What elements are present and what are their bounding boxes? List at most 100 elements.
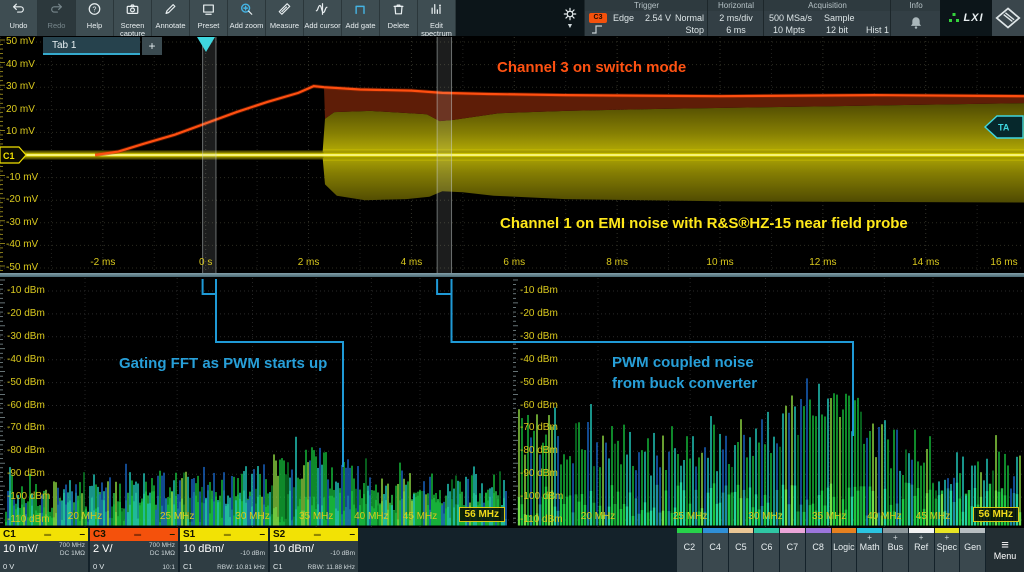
channel-button-label: Logic (833, 542, 855, 552)
badge-minimize-button[interactable]: – (79, 529, 85, 540)
settings-gear-button[interactable]: ▼ (556, 0, 584, 36)
badge-scale: 10 mV/ (3, 543, 38, 555)
channel-button-ref[interactable]: +Ref (909, 528, 934, 572)
toolbar-button-add-cursor[interactable]: Add cursor (304, 0, 342, 36)
menu-button[interactable]: ≡ Menu (986, 528, 1024, 572)
badge-minimize-button[interactable]: – (349, 529, 355, 540)
acquisition-history: Hist 1 (866, 25, 889, 35)
channel-add-indicator: + (945, 533, 950, 542)
tab-1-label: Tab 1 (52, 40, 76, 51)
toolbar-button-measure[interactable]: Measure (266, 0, 304, 36)
badge-minimize-button[interactable]: – (169, 529, 175, 540)
channel-button-c5[interactable]: C5 (729, 528, 754, 572)
add-zoom-icon (239, 2, 254, 21)
toolbar-button-label: Undo (10, 22, 28, 30)
spectrum-s2-diagram[interactable]: 56 MHz -10 dBm-20 dBm-30 dBm-40 dBm-50 d… (513, 277, 1024, 528)
spectrum-s1-diagram[interactable]: 56 MHz -10 dBm-20 dBm-30 dBm-40 dBm-50 d… (0, 277, 510, 528)
channel-button-label: C2 (684, 542, 696, 552)
signal-badge-s2[interactable]: S2▬–10 dBm/-10 dBmC1RBW: 11.88 kHz (270, 528, 358, 572)
badge-id: C1 (3, 529, 16, 540)
svg-text:?: ? (93, 7, 97, 14)
channel-button-c7[interactable]: C7 (780, 528, 805, 572)
channel-color-strip (780, 528, 805, 533)
channel-button-gen[interactable]: Gen (960, 528, 985, 572)
screen-capture-icon (125, 2, 140, 21)
channel-color-strip (729, 528, 754, 533)
toolbar-button-label: Preset (198, 22, 220, 30)
s1-stop-frequency-label: 56 MHz (459, 507, 505, 522)
channel-button-math[interactable]: +Math (857, 528, 882, 572)
badge-bottom-left: 0 V (3, 562, 14, 571)
fft-gate-region-2[interactable] (437, 37, 451, 273)
toolbar-button-screen-capture[interactable]: Screen capture (114, 0, 152, 36)
signal-badge-c3[interactable]: C3▬–2 V/700 MHzDC 1MΩ0 V10:1 (90, 528, 178, 572)
redo-icon (49, 2, 64, 21)
gear-icon (563, 7, 577, 21)
toolbar-button-label: Add cursor (304, 22, 340, 30)
toolbar-button-undo[interactable]: Undo (0, 0, 38, 36)
channel-button-label: C5 (735, 542, 747, 552)
channel-button-label: Gen (964, 542, 981, 552)
oscilloscope-app: Undo Redo? Help Screen captureAnnotate Prese… (0, 0, 1024, 572)
horizontal-position: 6 ms (726, 25, 746, 35)
badge-info-bottom: -10 dBm (330, 550, 355, 557)
toolbar-button-add-zoom[interactable]: Add zoom (228, 0, 266, 36)
channel-button-c2[interactable]: C2 (677, 528, 702, 572)
toolbar-button-edit-spectrum[interactable]: Edit spectrum (418, 0, 456, 36)
toolbar-button-annotate[interactable]: Annotate (152, 0, 190, 36)
add-tab-button[interactable]: + (142, 37, 162, 55)
waveform-diagram[interactable]: C1TA50 mV40 mV30 mV20 mV10 mV-10 mV-20 m… (0, 36, 1024, 273)
annotate-icon (163, 2, 178, 21)
trigger-settings-panel[interactable]: Trigger C3 Edge 2.54 V Normal Stop (584, 0, 708, 36)
toolbar-button-label: Help (87, 22, 102, 30)
channel-button-bus[interactable]: +Bus (883, 528, 908, 572)
badge-drag-handle[interactable]: ▬ (195, 528, 259, 541)
channel-color-strip (754, 528, 779, 533)
horizontal-title: Horizontal (708, 0, 764, 11)
bottom-signal-bar: C1▬–10 mV/700 MHzDC 1MΩ0 VC3▬–2 V/700 MH… (0, 528, 1024, 572)
badge-scale: 2 V/ (93, 543, 113, 555)
acquisition-sample-rate: 500 MSa/s (769, 13, 812, 23)
lxi-label: LXI (963, 12, 983, 24)
fft-right-canvas (513, 277, 1024, 528)
channel-button-c8[interactable]: C8 (806, 528, 831, 572)
toolbar-button-help[interactable]: ? Help (76, 0, 114, 36)
undo-icon (11, 2, 26, 21)
toolbar-button-add-gate[interactable]: Add gate (342, 0, 380, 36)
badge-info-top: 700 MHz (149, 542, 175, 549)
toolbar-button-label: Annotate (155, 22, 185, 30)
channel-add-indicator: + (867, 533, 872, 542)
badge-drag-handle[interactable]: ▬ (16, 528, 80, 541)
channel-button-logic[interactable]: Logic (832, 528, 857, 572)
horizontal-settings-panel[interactable]: Horizontal 2 ms/div 6 ms (707, 0, 764, 36)
badge-drag-handle[interactable]: ▬ (285, 528, 349, 541)
acquisition-mode: Sample (824, 13, 855, 23)
bell-icon (909, 15, 923, 30)
waveform-canvas: C1TA (0, 36, 1024, 273)
channel-button-label: Spec (937, 542, 958, 552)
channel-color-strip (832, 528, 857, 533)
acquisition-title: Acquisition (764, 0, 891, 11)
badge-drag-handle[interactable]: ▬ (106, 528, 170, 541)
fft-gate-region-1[interactable] (203, 37, 216, 273)
channel-button-spec[interactable]: +Spec (935, 528, 960, 572)
diagram-divider[interactable] (0, 273, 1024, 277)
status-bar: ▼ Trigger C3 Edge 2.54 V Normal Stop Hor… (456, 0, 1024, 36)
menu-button-label: Menu (994, 551, 1017, 561)
info-panel[interactable]: Info (890, 0, 941, 36)
toolbar-button-label: Measure (270, 22, 299, 30)
acquisition-settings-panel[interactable]: Acquisition 500 MSa/s 10 Mpts Sample 12 … (763, 0, 891, 36)
channel-button-c4[interactable]: C4 (703, 528, 728, 572)
signal-badge-c1[interactable]: C1▬–10 mV/700 MHzDC 1MΩ0 V (0, 528, 88, 572)
badge-minimize-button[interactable]: – (259, 529, 265, 540)
badge-scale: 10 dBm/ (273, 543, 314, 555)
toolbar-button-label: Delete (388, 22, 410, 30)
toolbar-button-label: Add gate (345, 22, 375, 30)
channel-button-label: Bus (888, 542, 904, 552)
toolbar-button-redo[interactable]: Redo (38, 0, 76, 36)
signal-badge-s1[interactable]: S1▬–10 dBm/-10 dBmC1RBW: 10.81 kHz (180, 528, 268, 572)
toolbar-button-preset[interactable]: Preset (190, 0, 228, 36)
channel-button-c6[interactable]: C6 (754, 528, 779, 572)
tab-1[interactable]: Tab 1 (43, 37, 140, 55)
toolbar-button-delete[interactable]: Delete (380, 0, 418, 36)
